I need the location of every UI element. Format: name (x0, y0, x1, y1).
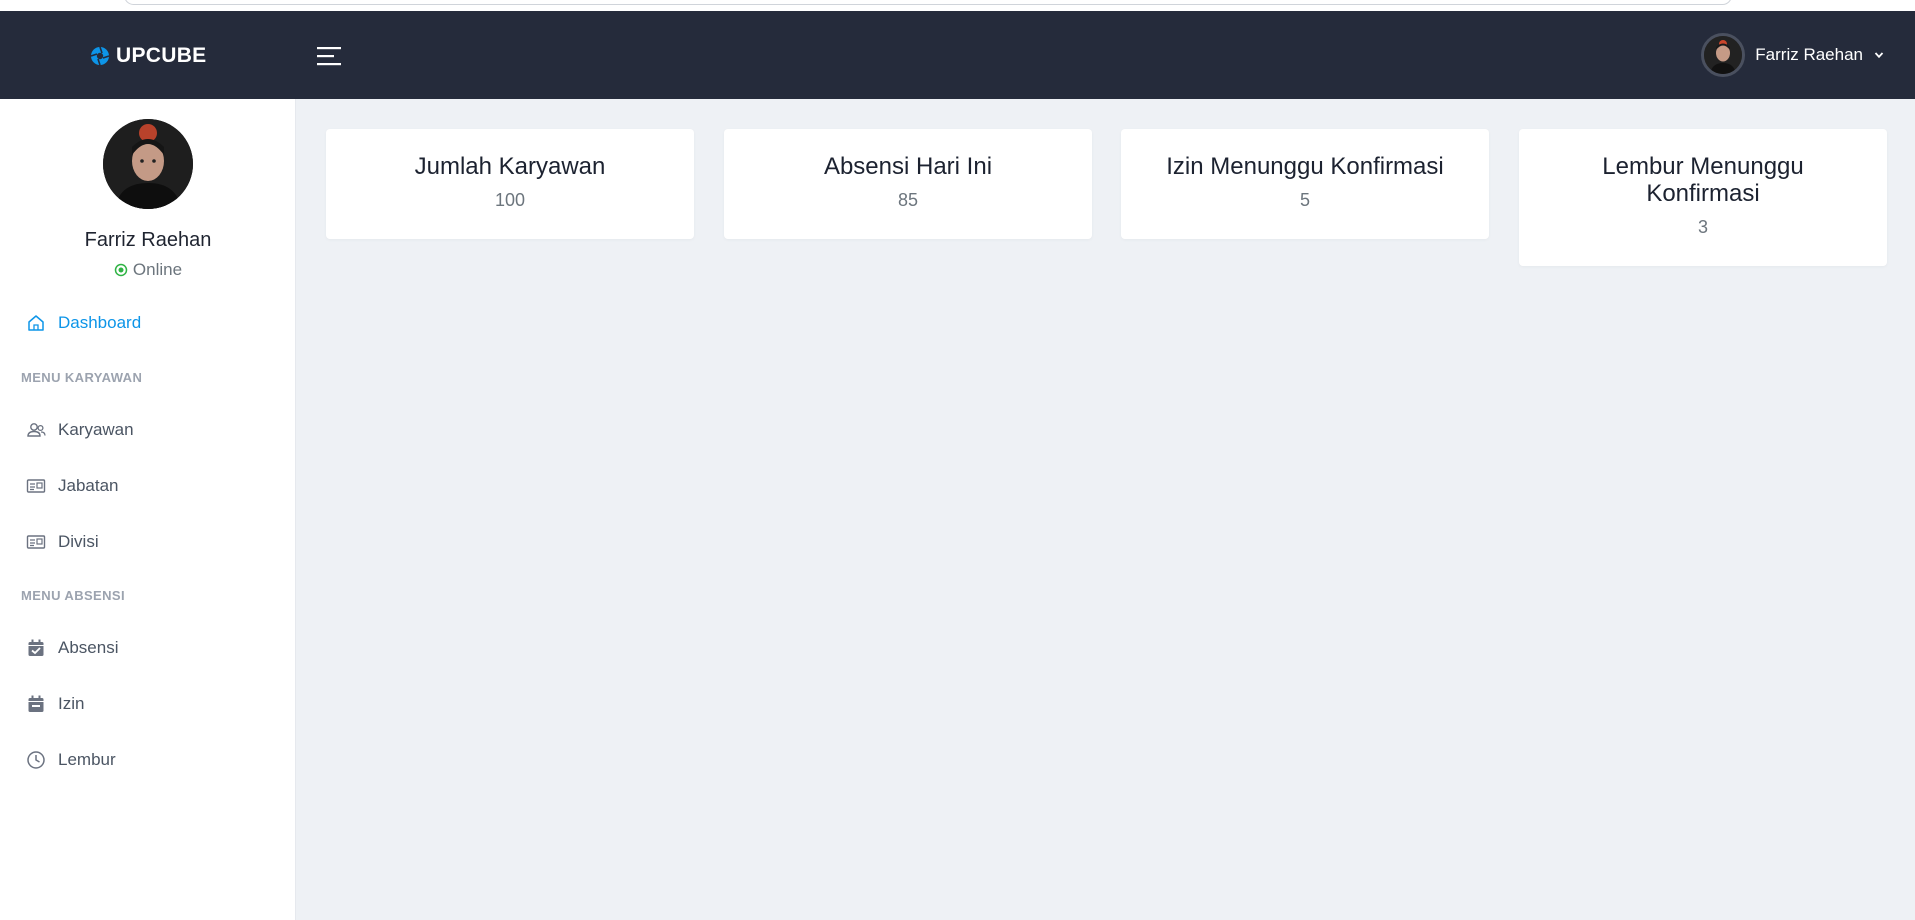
aperture-logo-icon (90, 46, 110, 66)
section-title-karyawan: MENU KARYAWAN (21, 370, 143, 385)
card-value: 85 (897, 190, 919, 210)
status-indicator: Online (0, 260, 296, 280)
chevron-down-icon (1874, 52, 1884, 59)
id-card-icon (26, 535, 46, 549)
card-value: 100 (494, 190, 526, 210)
avatar[interactable] (103, 119, 193, 209)
card-value: 5 (1299, 190, 1310, 210)
sidebar-item-dashboard[interactable]: Dashboard (0, 305, 296, 341)
calendar-icon (28, 695, 44, 712)
card-value: 3 (1697, 217, 1708, 237)
sidebar: Farriz Raehan Online Dashboard MENU KARY… (0, 99, 296, 920)
main-content: Jumlah Karyawan 100 Absensi Hari Ini 85 … (296, 99, 1915, 920)
brand-name: UPCUBE (116, 44, 207, 67)
sidebar-item-izin[interactable]: Izin (0, 686, 296, 722)
status-text: Online (132, 260, 183, 279)
clock-icon (27, 751, 45, 769)
sidebar-item-karyawan[interactable]: Karyawan (0, 412, 296, 448)
profile-name: Farriz Raehan (84, 229, 212, 251)
top-navbar: UPCUBE Farriz Raehan (0, 11, 1915, 99)
user-name: Farriz Raehan (1755, 45, 1863, 64)
sidebar-item-label: Izin (58, 694, 85, 713)
address-bar-edge[interactable] (124, 0, 1732, 5)
section-title-absensi: MENU ABSENSI (21, 588, 125, 603)
sidebar-item-divisi[interactable]: Divisi (0, 524, 296, 560)
users-icon (27, 423, 46, 437)
sidebar-profile: Farriz Raehan Online (0, 119, 296, 280)
browser-chrome-strip (0, 0, 1915, 11)
card-title: Jumlah Karyawan (414, 153, 606, 180)
card-title: Absensi Hari Ini (823, 153, 993, 180)
sidebar-item-label: Lembur (58, 750, 116, 769)
stat-card-izin-menunggu: Izin Menunggu Konfirmasi 5 (1121, 129, 1489, 239)
stat-card-jumlah-karyawan: Jumlah Karyawan 100 (326, 129, 694, 239)
user-dropdown[interactable]: Farriz Raehan (1701, 32, 1885, 78)
sidebar-item-label: Dashboard (58, 313, 142, 332)
sidebar-item-label: Divisi (58, 532, 99, 551)
calendar-check-icon (28, 639, 44, 656)
sidebar-item-label: Jabatan (58, 476, 119, 495)
online-dot-icon (114, 263, 128, 277)
avatar (1701, 33, 1746, 77)
card-title: Izin Menunggu Konfirmasi (1166, 153, 1444, 180)
sidebar-item-label: Absensi (58, 638, 119, 657)
card-title: Lembur Menunggu Konfirmasi (1602, 153, 1804, 207)
sidebar-toggle-button[interactable] (316, 44, 346, 70)
sidebar-item-lembur[interactable]: Lembur (0, 742, 296, 778)
home-icon (28, 315, 44, 331)
user-photo-icon (1704, 36, 1743, 74)
stat-card-lembur-menunggu: Lembur Menunggu Konfirmasi 3 (1519, 129, 1887, 266)
sidebar-item-jabatan[interactable]: Jabatan (0, 468, 296, 504)
sidebar-item-label: Karyawan (58, 420, 134, 439)
id-card-icon (26, 479, 46, 493)
hamburger-icon (317, 47, 341, 66)
stat-card-absensi-hari-ini: Absensi Hari Ini 85 (724, 129, 1092, 239)
sidebar-item-absensi[interactable]: Absensi (0, 630, 296, 666)
user-photo-icon (103, 119, 193, 209)
brand-logo[interactable]: UPCUBE (90, 43, 206, 69)
